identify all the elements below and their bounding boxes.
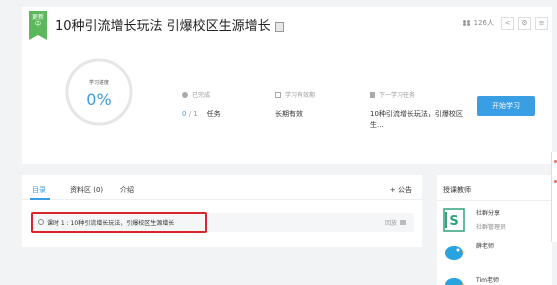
- teacher-avatar-1[interactable]: S: [443, 208, 465, 232]
- teacher-avatar-2[interactable]: [443, 241, 465, 263]
- progress-value: 0%: [86, 90, 112, 109]
- calendar-icon: [275, 91, 281, 98]
- progress-ring: 学习进度 0%: [64, 57, 134, 127]
- settings-icon[interactable]: ⚙: [518, 16, 531, 30]
- svg-text:S: S: [449, 214, 458, 229]
- teacher-avatar-3[interactable]: [443, 273, 465, 285]
- lessons-card: 目录 资料区 (0) 介绍 + 公告 课时 1 : 10种引流增长玩法，引爆校区…: [22, 175, 422, 247]
- stat-next-task: 下一学习任务 10种引流增长玩法，引爆校区生...: [370, 90, 466, 131]
- check-circle-icon: [182, 91, 188, 98]
- enrolled-count-text: 126人: [473, 19, 494, 27]
- bird-icon: [445, 246, 465, 260]
- lesson-highlight-box: [31, 212, 207, 233]
- teacher-name-1[interactable]: 社群分享: [476, 208, 500, 217]
- stat-validity-value: 长期有效: [275, 110, 303, 118]
- stat-validity: 学习有效期 长期有效: [275, 90, 315, 120]
- bird-icon: [445, 278, 465, 285]
- lesson-replay[interactable]: 回放: [385, 218, 406, 227]
- enrolled-count: 126人: [462, 18, 494, 28]
- title-tag-icon: [274, 21, 284, 32]
- teachers-heading: 授课教师: [443, 186, 471, 194]
- course-actions: 126人 < ⚙ ≡: [462, 16, 548, 30]
- teacher-name-2[interactable]: 薛老师: [476, 241, 494, 250]
- update-ribbon: 更新 中: [29, 11, 47, 40]
- tab-catalog[interactable]: 目录: [32, 185, 46, 195]
- task-icon: [370, 91, 375, 98]
- active-tab-underline: [30, 198, 50, 200]
- course-title: 10种引流增长玩法 引爆校区生源增长: [55, 15, 284, 34]
- logo-icon: S: [443, 208, 465, 232]
- ribbon-line-2: 中: [34, 21, 41, 28]
- menu-icon[interactable]: ≡: [535, 16, 548, 30]
- tab-intro[interactable]: 介绍: [120, 185, 134, 195]
- progress-label: 学习进度: [88, 80, 109, 86]
- stat-completed-total: / 1: [188, 110, 198, 118]
- stat-validity-head: 学习有效期: [285, 92, 316, 99]
- course-title-text: 10种引流增长玩法 引爆校区生源增长: [55, 19, 271, 34]
- stat-next-head: 下一学习任务: [379, 92, 416, 99]
- stat-next-value[interactable]: 10种引流增长玩法，引爆校区生...: [370, 110, 463, 129]
- teacher-name-3[interactable]: Tim老师: [476, 275, 499, 284]
- replay-icon: [400, 220, 406, 225]
- add-notice-button[interactable]: + 公告: [390, 185, 412, 195]
- stat-completed-head: 已完成: [192, 92, 211, 99]
- teacher-role-1: 社群管理员: [476, 224, 507, 231]
- start-learning-button[interactable]: 开始学习: [477, 96, 535, 116]
- course-card: 更新 中 10种引流增长玩法 引爆校区生源增长 126人 < ⚙ ≡ 学习进度 …: [22, 7, 552, 164]
- lesson-replay-label: 回放: [384, 220, 397, 227]
- people-icon: [462, 20, 471, 26]
- tab-materials[interactable]: 资料区 (0): [70, 185, 103, 195]
- teachers-card: 授课教师 S 社群分享 社群管理员 薛老师 Tim老师: [437, 175, 552, 285]
- ribbon-line-1: 更新: [31, 14, 44, 21]
- stat-completed: 已完成 0 / 1 任务: [182, 90, 221, 120]
- stat-completed-unit: 任务: [206, 110, 221, 118]
- teachers-divider: [437, 200, 552, 201]
- stat-completed-done: 0: [182, 110, 187, 118]
- share-icon[interactable]: <: [501, 16, 514, 30]
- lesson-tabs: 目录 资料区 (0) 介绍 + 公告: [22, 175, 422, 200]
- side-float-panel[interactable]: [551, 152, 557, 242]
